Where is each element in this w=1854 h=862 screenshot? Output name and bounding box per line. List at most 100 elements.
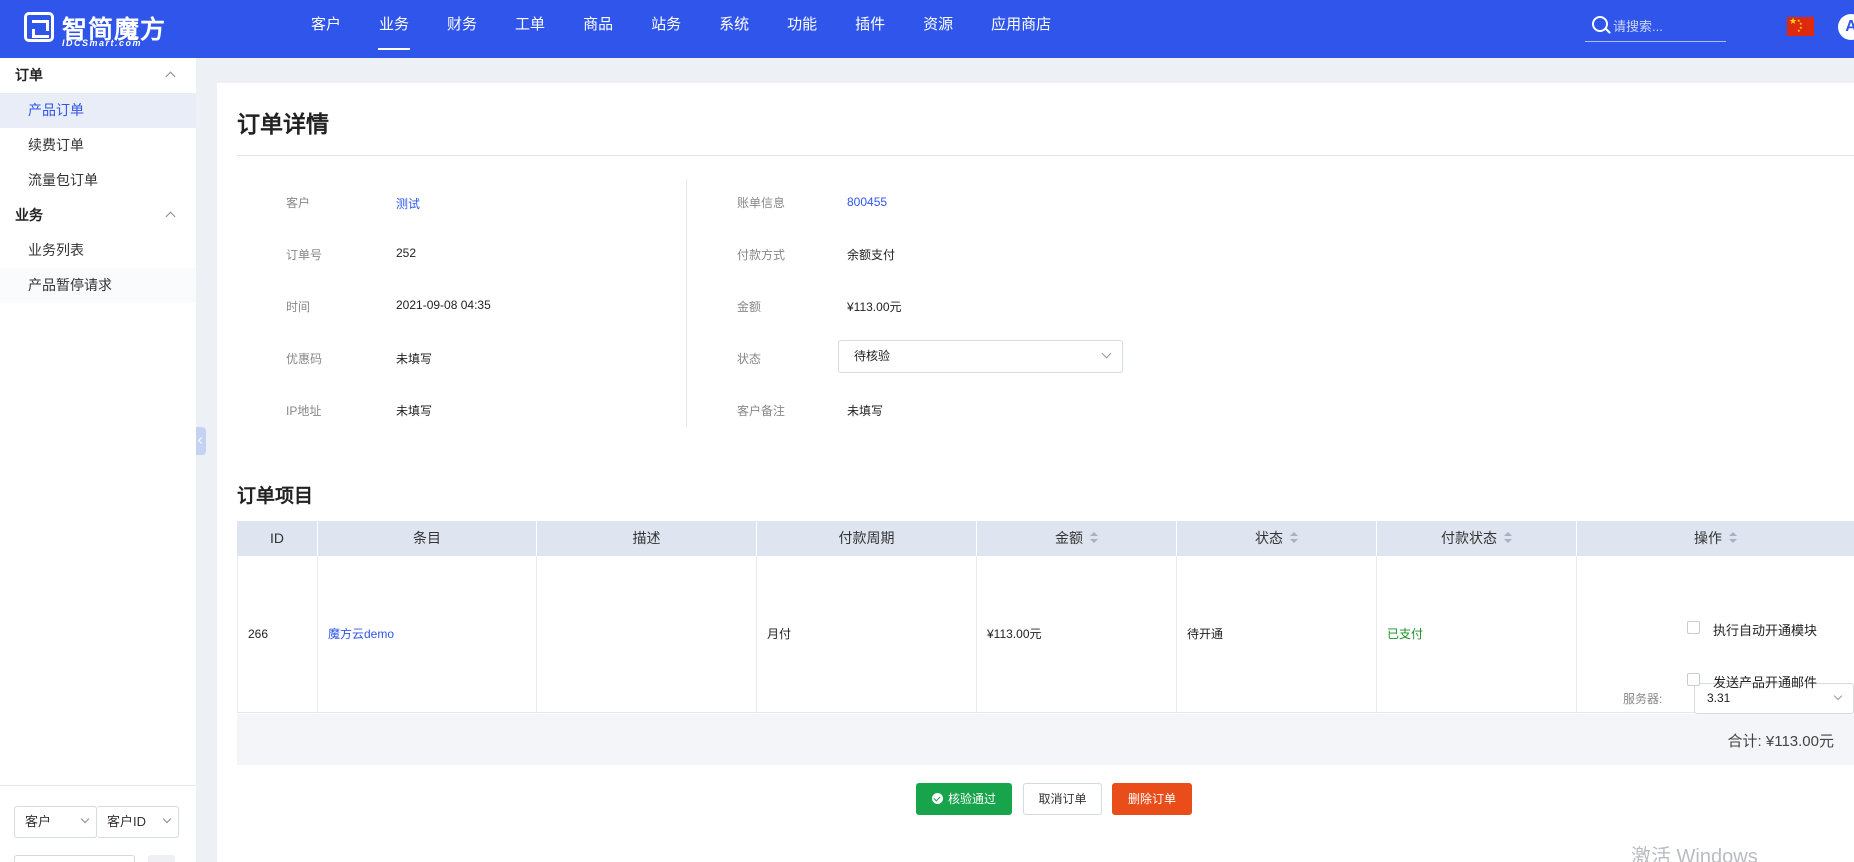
auto-provision-checkbox[interactable] xyxy=(1687,621,1700,634)
chevron-down-icon xyxy=(162,814,172,824)
delete-order-button[interactable]: 删除订单 xyxy=(1112,783,1192,815)
search-input[interactable] xyxy=(1613,16,1723,36)
field-value-customer[interactable]: 测试 xyxy=(396,195,420,212)
cancel-order-button[interactable]: 取消订单 xyxy=(1023,783,1102,815)
cell-description xyxy=(537,556,757,713)
sidebar-collapse-handle[interactable] xyxy=(196,427,206,455)
approve-button[interactable]: 核验通过 xyxy=(916,783,1012,815)
sidebar-group-orders[interactable]: 订单 xyxy=(0,58,196,93)
table-footer: 合计: ¥113.00元 xyxy=(237,714,1854,765)
nav-app-store[interactable]: 应用商店 xyxy=(972,0,1070,58)
cell-item[interactable]: 魔方云demo xyxy=(318,556,537,713)
column-divider xyxy=(686,179,687,427)
search-field-select[interactable]: 客户ID xyxy=(97,806,179,838)
send-email-checkbox[interactable] xyxy=(1687,673,1700,686)
nav-system[interactable]: 系统 xyxy=(700,0,768,58)
chevron-up-icon xyxy=(165,71,176,82)
field-value-customer-note: 未填写 xyxy=(847,404,884,418)
sidebar-item-renewal-orders[interactable]: 续费订单 xyxy=(0,128,196,163)
column-header-status[interactable]: 状态 xyxy=(1177,521,1377,556)
column-header-amount[interactable]: 金额 xyxy=(977,521,1177,556)
sidebar-group-business[interactable]: 业务 xyxy=(0,198,196,233)
nav-customers[interactable]: 客户 xyxy=(292,0,360,58)
section-title-order-items: 订单项目 xyxy=(237,486,314,507)
main-nav: 客户 业务 财务 工单 商品 站务 系统 功能 插件 资源 应用商店 xyxy=(292,0,1070,58)
chevron-down-icon xyxy=(1833,691,1843,701)
sidebar-item-product-orders[interactable]: 产品订单 xyxy=(0,93,196,128)
top-navbar: 智简魔方 IDCSmart.com 客户 业务 财务 工单 商品 站务 系统 功… xyxy=(0,0,1854,58)
sidebar-item-suspend-requests[interactable]: 产品暂停请求 xyxy=(0,268,196,303)
field-label-coupon: 优惠码 xyxy=(286,352,323,366)
cell-pay-status: 已支付 xyxy=(1377,556,1577,713)
title-divider xyxy=(237,155,1854,156)
cell-amount: ¥113.00元 xyxy=(977,556,1177,713)
nav-active-indicator xyxy=(378,48,411,50)
field-value-time: 2021-09-08 04:35 xyxy=(396,298,491,312)
server-label: 服务器: xyxy=(1623,692,1663,706)
nav-business[interactable]: 业务 xyxy=(360,0,428,58)
logo-icon xyxy=(24,12,54,42)
field-label-customer: 客户 xyxy=(286,196,311,210)
table-row: 266 魔方云demo 月付 ¥113.00元 待开通 已支付 xyxy=(237,556,1854,713)
field-label-time: 时间 xyxy=(286,300,311,314)
field-value-coupon: 未填写 xyxy=(396,352,433,366)
auto-provision-label: 执行自动开通模块 xyxy=(1713,623,1818,638)
field-label-customer-note: 客户备注 xyxy=(737,404,786,418)
windows-activation-watermark: 激活 Windows xyxy=(1631,846,1758,862)
sidebar-search-panel: 客户 客户ID xyxy=(0,785,196,862)
cell-status: 待开通 xyxy=(1177,556,1377,713)
cell-cycle: 月付 xyxy=(757,556,977,713)
field-value-invoice[interactable]: 800455 xyxy=(847,195,887,209)
column-header-item[interactable]: 条目 xyxy=(318,521,537,556)
sort-icon[interactable] xyxy=(1504,532,1512,544)
field-label-status: 状态 xyxy=(737,352,762,366)
column-header-id[interactable]: ID xyxy=(237,521,318,556)
nav-products[interactable]: 商品 xyxy=(564,0,632,58)
nav-site[interactable]: 站务 xyxy=(632,0,700,58)
logo-subtext: IDCSmart.com xyxy=(62,38,143,48)
field-value-amount: ¥113.00元 xyxy=(847,300,902,314)
field-label-invoice: 账单信息 xyxy=(737,196,786,210)
order-status-select[interactable]: 待核验 xyxy=(838,340,1123,373)
sort-icon[interactable] xyxy=(1290,532,1298,544)
check-circle-icon xyxy=(931,793,943,804)
sort-icon[interactable] xyxy=(1729,532,1737,544)
sort-icon[interactable] xyxy=(1090,532,1098,544)
nav-finance[interactable]: 财务 xyxy=(428,0,496,58)
sidebar-item-traffic-orders[interactable]: 流量包订单 xyxy=(0,163,196,198)
nav-resources[interactable]: 资源 xyxy=(904,0,972,58)
cell-id: 266 xyxy=(237,556,318,713)
field-value-order-no: 252 xyxy=(396,246,417,260)
search-type-select[interactable]: 客户 xyxy=(14,806,97,838)
order-total: 合计: ¥113.00元 xyxy=(1727,733,1834,750)
chevron-down-icon xyxy=(1101,348,1112,359)
search-icon[interactable] xyxy=(1592,16,1608,32)
table-header: ID 条目 描述 付款周期 金额 状态 付款状态 操作 xyxy=(237,521,1854,556)
nav-plugins[interactable]: 插件 xyxy=(836,0,904,58)
sidebar: 订单 产品订单 续费订单 流量包订单 业务 业务列表 产品暂停请求 客户 客户I… xyxy=(0,58,196,862)
sidebar-search-input[interactable] xyxy=(14,855,135,862)
column-header-actions[interactable]: 操作 xyxy=(1577,521,1854,556)
field-value-ip: 未填写 xyxy=(396,404,433,418)
field-label-ip: IP地址 xyxy=(286,404,322,418)
column-header-cycle[interactable]: 付款周期 xyxy=(757,521,977,556)
send-email-label: 发送产品开通邮件 xyxy=(1713,675,1818,690)
field-label-payment-method: 付款方式 xyxy=(737,248,786,262)
user-avatar[interactable]: A xyxy=(1838,14,1854,40)
column-header-pay-status[interactable]: 付款状态 xyxy=(1377,521,1577,556)
field-value-payment-method: 余额支付 xyxy=(847,248,896,262)
sidebar-item-business-list[interactable]: 业务列表 xyxy=(0,233,196,268)
logo[interactable]: 智简魔方 IDCSmart.com xyxy=(24,10,174,48)
nav-features[interactable]: 功能 xyxy=(768,0,836,58)
field-label-amount: 金额 xyxy=(737,300,762,314)
chevron-down-icon xyxy=(80,814,90,824)
page-title: 订单详情 xyxy=(237,111,329,137)
chevron-up-icon xyxy=(165,211,176,222)
nav-tickets[interactable]: 工单 xyxy=(496,0,564,58)
column-header-description[interactable]: 描述 xyxy=(537,521,757,556)
order-detail-panel: 订单详情 客户 测试 订单号 252 时间 2021-09-08 04:35 优… xyxy=(217,83,1854,862)
field-label-order-no: 订单号 xyxy=(286,248,323,262)
language-flag-icon[interactable]: ★ ★ ★ ★ xyxy=(1787,16,1814,36)
header-search xyxy=(1585,12,1726,42)
sidebar-search-button[interactable] xyxy=(148,855,175,862)
